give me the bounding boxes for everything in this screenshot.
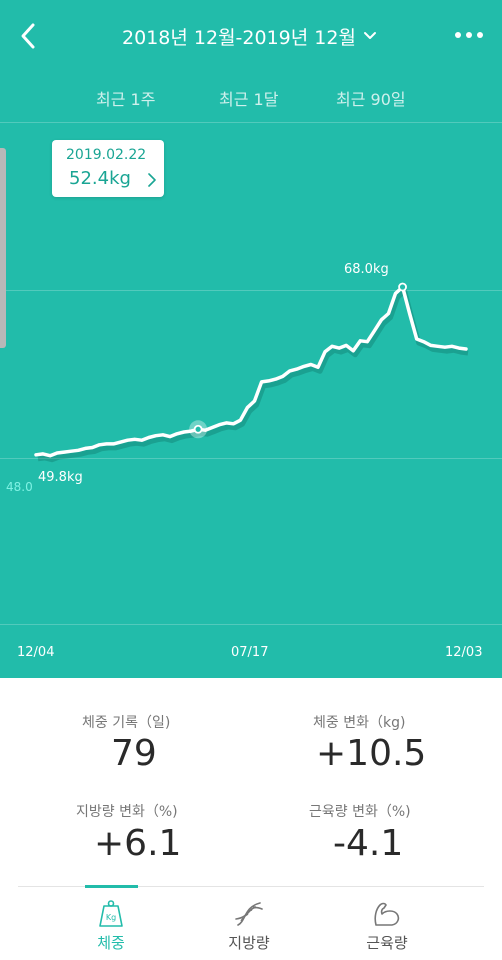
x-tick-label: 12/03 xyxy=(445,645,483,660)
selected-point-marker[interactable] xyxy=(193,424,203,434)
bottom-nav: Kg 체중 지방량 근육량 xyxy=(18,885,484,960)
stat-label-weight-days: 체중 기록（일) xyxy=(82,715,171,731)
stat-label-fat-change: 지방량 변화（%) xyxy=(76,804,178,820)
stat-value-weight-change: +10.5 xyxy=(316,733,427,774)
peak-value-label: 68.0kg xyxy=(344,262,389,277)
nav-label-muscle: 근육량 xyxy=(366,934,408,952)
x-tick-label: 12/04 xyxy=(17,645,55,660)
selected-point-tooltip[interactable]: 2019.02.22 52.4kg xyxy=(52,140,164,197)
stats-panel: 체중 기록（일) 79 체중 변화（kg) +10.5 지방량 변화（%) +6… xyxy=(0,678,502,886)
stat-value-muscle-change: -4.1 xyxy=(333,823,404,864)
dna-icon xyxy=(235,902,263,926)
nav-label-weight: 체중 xyxy=(97,934,125,952)
muscle-arm-icon xyxy=(374,902,400,926)
tooltip-date: 2019.02.22 xyxy=(66,147,147,163)
series-line-shadow xyxy=(37,288,469,463)
stat-label-muscle-change: 근육량 변화（%) xyxy=(309,804,411,820)
nav-label-fat: 지방량 xyxy=(228,934,270,952)
svg-text:Kg: Kg xyxy=(106,913,116,922)
chart-panel: 2018년 12월-2019년 12월 최근 1주 최근 1달 최근 90일 6… xyxy=(0,0,502,678)
nav-tab-muscle[interactable]: 근육량 xyxy=(312,887,462,960)
y-axis-min-label: 48.0 xyxy=(6,480,33,494)
chevron-right-icon xyxy=(148,173,156,187)
tooltip-value: 52.4kg xyxy=(69,168,131,189)
stat-value-weight-days: 79 xyxy=(111,733,157,774)
nav-tab-weight[interactable]: Kg 체중 xyxy=(36,887,186,960)
stat-value-fat-change: +6.1 xyxy=(94,823,182,864)
weight-line-chart xyxy=(34,282,469,463)
peak-point-marker xyxy=(398,282,407,292)
stat-label-weight-change: 체중 변화（kg) xyxy=(313,715,406,731)
series-line-weight xyxy=(34,285,468,458)
low-value-label: 49.8kg xyxy=(38,470,83,485)
scale-icon: Kg xyxy=(99,900,123,927)
nav-tab-fat[interactable]: 지방량 xyxy=(174,887,324,960)
x-tick-label: 07/17 xyxy=(231,645,269,660)
